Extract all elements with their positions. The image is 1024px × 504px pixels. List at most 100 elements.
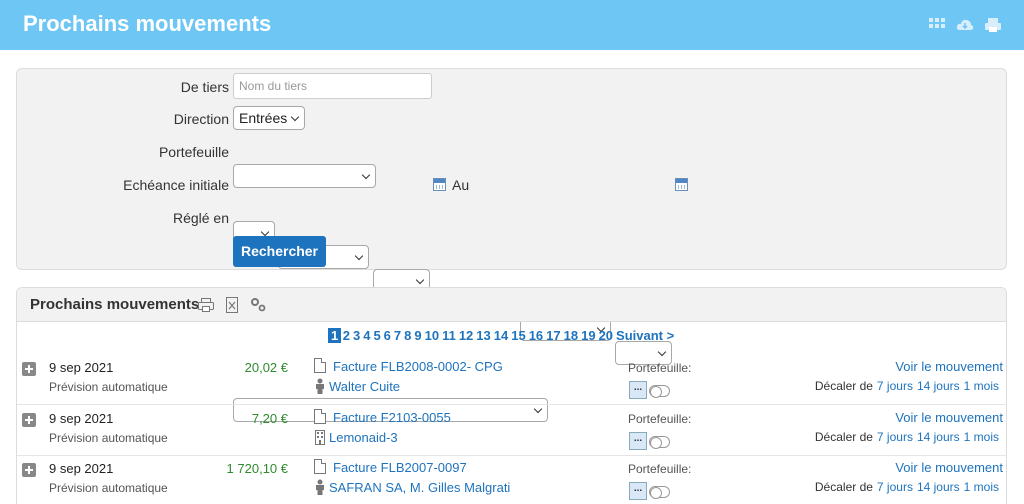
- page-link-4[interactable]: 4: [362, 328, 372, 343]
- expand-icon[interactable]: [22, 362, 36, 376]
- calendar-from-icon[interactable]: [433, 178, 446, 191]
- decaler-7-jours-link[interactable]: 7 jours: [877, 379, 913, 393]
- settings-icon[interactable]: [249, 296, 267, 314]
- calendar-to-icon[interactable]: [675, 178, 688, 191]
- page-link-6[interactable]: 6: [382, 328, 392, 343]
- page-link-2[interactable]: 2: [341, 328, 351, 343]
- voir-mouvement-link[interactable]: Voir le mouvement: [895, 460, 1003, 475]
- document-icon: [314, 358, 326, 373]
- page-link-12[interactable]: 12: [457, 328, 474, 343]
- expand-icon[interactable]: [22, 413, 36, 427]
- portefeuille-toggle[interactable]: [649, 436, 670, 449]
- decaler-group: Décaler de 7 jours 14 jours 1 mois: [815, 430, 999, 444]
- decaler-14-jours-link[interactable]: 14 jours: [917, 480, 960, 494]
- row-subtitle: Prévision automatique: [49, 481, 168, 495]
- page-link-7[interactable]: 7: [392, 328, 402, 343]
- au-label: Au: [452, 177, 470, 193]
- echeance-label: Echéance initiale: [123, 177, 229, 193]
- row-amount: 1 720,10 €: [226, 461, 288, 476]
- building-icon: [314, 429, 326, 445]
- row-amount: 7,20 €: [251, 411, 288, 426]
- portefeuille-picker-button[interactable]: ...: [629, 482, 647, 500]
- portefeuille-select[interactable]: [233, 164, 376, 188]
- table-row: 9 sep 2021 Prévision automatique 1 720,1…: [17, 456, 1007, 504]
- portefeuille-toggle[interactable]: [649, 385, 670, 398]
- decaler-1-mois-link[interactable]: 1 mois: [964, 430, 999, 444]
- row-invoice-link[interactable]: Facture FLB2007-0097: [333, 460, 467, 475]
- decaler-14-jours-link[interactable]: 14 jours: [917, 379, 960, 393]
- row-amount: 20,02 €: [244, 360, 288, 375]
- page-link-18[interactable]: 18: [562, 328, 579, 343]
- regle-label: Réglé en: [172, 210, 229, 226]
- row-party-link[interactable]: Walter Cuite: [329, 379, 400, 394]
- page-link-8[interactable]: 8: [403, 328, 413, 343]
- row-invoice-link[interactable]: Facture F2103-0055: [333, 410, 451, 425]
- row-portefeuille-label: Portefeuille:: [628, 361, 692, 375]
- table-row: 9 sep 2021 Prévision automatique 7,20 € …: [17, 406, 1007, 456]
- direction-label: Direction: [173, 111, 229, 127]
- page-link-5[interactable]: 5: [372, 328, 382, 343]
- person-icon: [314, 479, 326, 495]
- row-date: 9 sep 2021: [49, 411, 114, 426]
- grid-icon[interactable]: [928, 16, 946, 34]
- portefeuille-picker-button[interactable]: ...: [629, 381, 647, 399]
- expand-icon[interactable]: [22, 463, 36, 477]
- decaler-7-jours-link[interactable]: 7 jours: [877, 430, 913, 444]
- decaler-7-jours-link[interactable]: 7 jours: [877, 480, 913, 494]
- portefeuille-label: Portefeuille: [158, 144, 229, 160]
- tiers-input[interactable]: Nom du tiers: [233, 73, 432, 99]
- filter-panel: [16, 68, 1007, 270]
- portefeuille-toggle[interactable]: [649, 486, 670, 499]
- panel-actions: [197, 296, 267, 314]
- next-page-link[interactable]: Suivant >: [615, 328, 676, 343]
- excel-export-icon[interactable]: [223, 296, 241, 314]
- decaler-label: Décaler de: [814, 379, 873, 393]
- decaler-14-jours-link[interactable]: 14 jours: [917, 430, 960, 444]
- voir-mouvement-link[interactable]: Voir le mouvement: [895, 359, 1003, 374]
- page-link-17[interactable]: 17: [545, 328, 562, 343]
- page-link-16[interactable]: 16: [527, 328, 544, 343]
- print-icon[interactable]: [984, 16, 1002, 34]
- row-party-link[interactable]: Lemonaid-3: [329, 430, 398, 445]
- page-link-13[interactable]: 13: [475, 328, 492, 343]
- page-link-1[interactable]: 1: [328, 328, 342, 343]
- cloud-download-icon[interactable]: [956, 16, 974, 34]
- decaler-label: Décaler de: [814, 480, 873, 494]
- row-portefeuille-label: Portefeuille:: [628, 462, 692, 476]
- page-link-15[interactable]: 15: [510, 328, 527, 343]
- direction-select[interactable]: Entrées: [233, 106, 305, 130]
- row-subtitle: Prévision automatique: [49, 431, 168, 445]
- row-party-link[interactable]: SAFRAN SA, M. Gilles Malgrati: [329, 480, 510, 495]
- top-bar: Prochains mouvements: [0, 0, 1024, 50]
- panel-header: Prochains mouvements: [17, 288, 1006, 322]
- page-link-20[interactable]: 20: [597, 328, 614, 343]
- pagination: 1 2 3 4 5 6 7 8 9 10 11 12 13 14 15 16 1…: [328, 328, 676, 343]
- row-date: 9 sep 2021: [49, 360, 114, 375]
- decaler-group: Décaler de 7 jours 14 jours 1 mois: [815, 480, 999, 494]
- page-link-14[interactable]: 14: [492, 328, 509, 343]
- portefeuille-picker-button[interactable]: ...: [629, 432, 647, 450]
- row-date: 9 sep 2021: [49, 461, 114, 476]
- row-invoice-link[interactable]: Facture FLB2008-0002- CPG: [333, 359, 503, 374]
- row-subtitle: Prévision automatique: [49, 380, 168, 394]
- tiers-label: De tiers: [180, 79, 229, 95]
- decaler-1-mois-link[interactable]: 1 mois: [964, 379, 999, 393]
- decaler-group: Décaler de 7 jours 14 jours 1 mois: [815, 379, 999, 393]
- voir-mouvement-link[interactable]: Voir le mouvement: [895, 410, 1003, 425]
- page-link-10[interactable]: 10: [423, 328, 440, 343]
- decaler-label: Décaler de: [814, 430, 873, 444]
- row-portefeuille-label: Portefeuille:: [628, 412, 692, 426]
- person-icon: [314, 378, 326, 394]
- page-link-11[interactable]: 11: [441, 328, 458, 343]
- document-icon: [314, 409, 326, 424]
- document-icon: [314, 459, 326, 474]
- page-link-9[interactable]: 9: [413, 328, 423, 343]
- page-link-3[interactable]: 3: [351, 328, 361, 343]
- page-link-19[interactable]: 19: [580, 328, 597, 343]
- print-icon[interactable]: [197, 296, 215, 314]
- table-row: 9 sep 2021 Prévision automatique 20,02 €…: [17, 355, 1007, 405]
- search-button[interactable]: Rechercher: [233, 236, 326, 267]
- page-title: Prochains mouvements: [23, 11, 272, 36]
- decaler-1-mois-link[interactable]: 1 mois: [964, 480, 999, 494]
- header-actions: [928, 16, 1002, 34]
